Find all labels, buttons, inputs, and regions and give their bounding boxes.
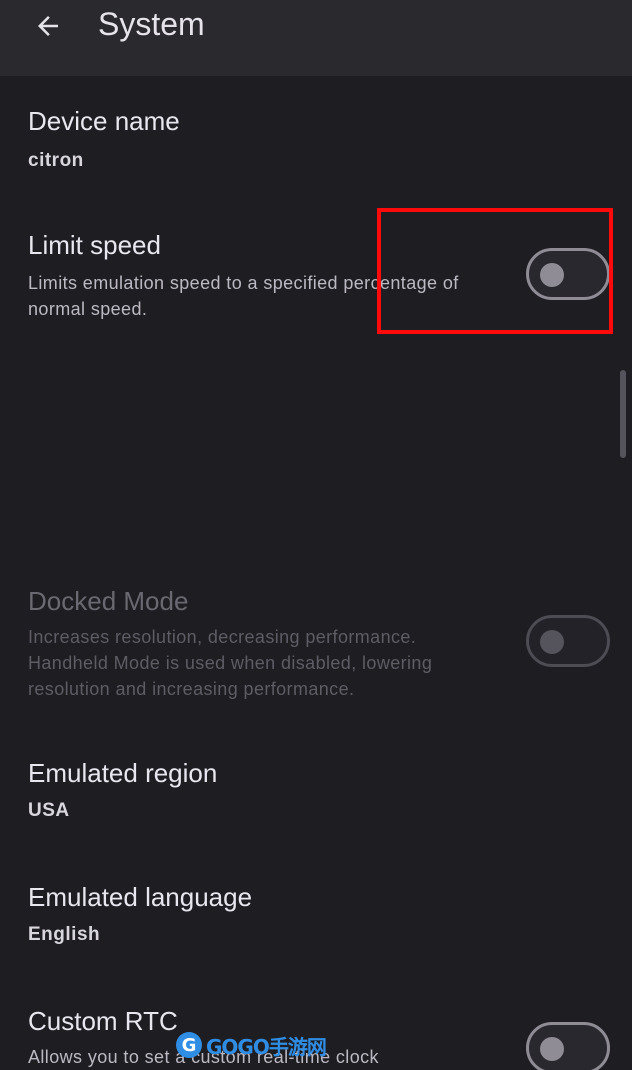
- arrow-back-icon: [38, 16, 58, 36]
- scrollbar[interactable]: [620, 370, 626, 458]
- setting-emulated-region[interactable]: Emulated region USA: [0, 750, 632, 840]
- settings-screen: System Device name citron Limit speed Li…: [0, 0, 632, 1070]
- setting-emulated-language[interactable]: Emulated language English: [0, 874, 632, 964]
- back-button[interactable]: [26, 4, 70, 48]
- page-title: System: [98, 6, 205, 42]
- custom-rtc-title: Custom RTC: [28, 1006, 178, 1036]
- emulated-region-title: Emulated region: [28, 758, 218, 788]
- setting-device-name[interactable]: Device name citron: [0, 100, 632, 190]
- device-name-value: citron: [28, 150, 84, 171]
- emulated-region-value: USA: [28, 800, 70, 821]
- device-name-title: Device name: [28, 106, 180, 136]
- emulated-language-title: Emulated language: [28, 882, 253, 912]
- docked-mode-description: Increases resolution, decreasing perform…: [28, 627, 433, 699]
- docked-mode-title: Docked Mode: [28, 586, 189, 616]
- toggle-knob: [540, 630, 564, 654]
- limit-speed-title: Limit speed: [28, 230, 161, 260]
- emulated-language-value: English: [28, 924, 101, 945]
- gogo-logo-icon: G: [176, 1032, 202, 1058]
- toggle-knob: [540, 1037, 564, 1061]
- setting-docked-mode: Docked Mode Increases resolution, decrea…: [0, 578, 632, 708]
- watermark: G GOGO手游网: [176, 1030, 327, 1060]
- watermark-text: GOGO手游网: [206, 1034, 327, 1059]
- docked-mode-toggle: [526, 615, 610, 667]
- highlight-annotation-box: [377, 208, 613, 334]
- custom-rtc-toggle[interactable]: [526, 1022, 610, 1070]
- app-bar: System: [0, 0, 632, 76]
